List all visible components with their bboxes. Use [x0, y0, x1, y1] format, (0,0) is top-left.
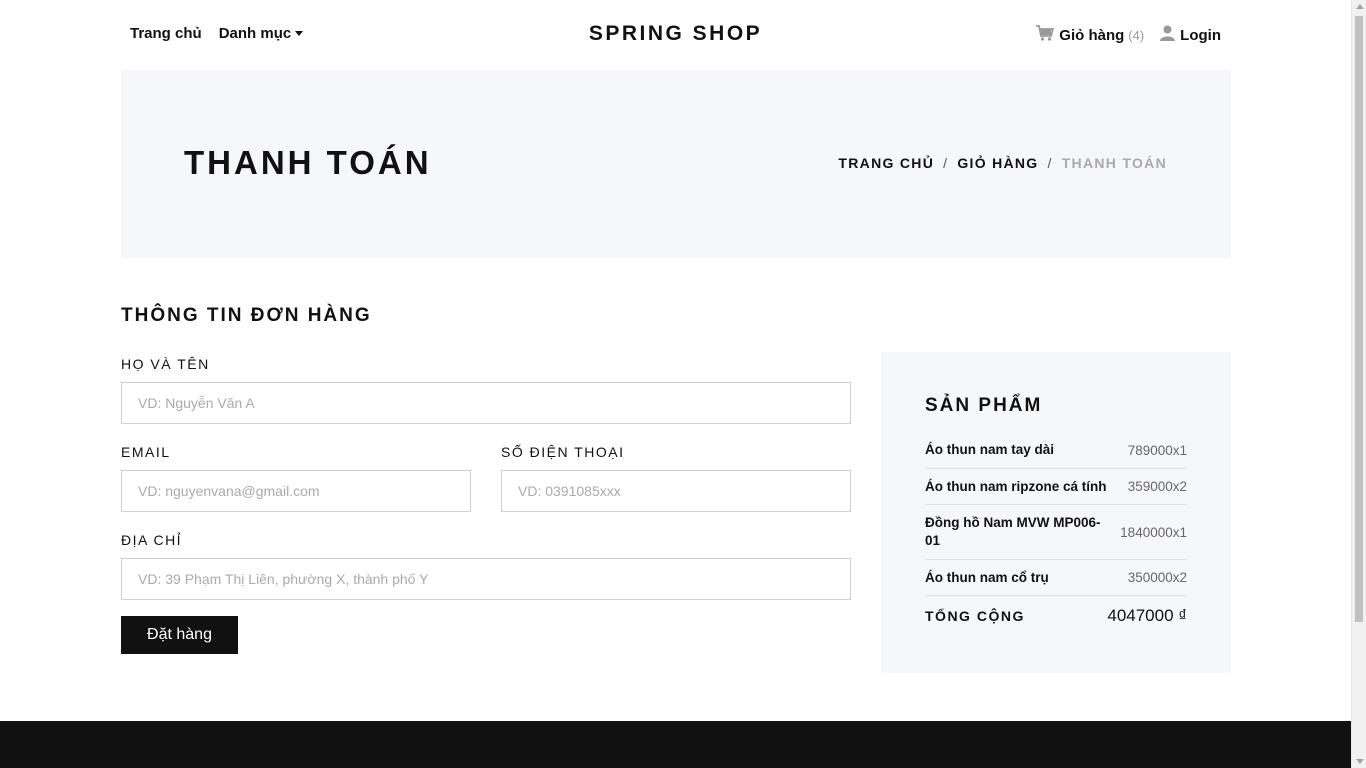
summary-item-name: Đồng hồ Nam MVW MP006-01	[925, 515, 1101, 548]
footer	[0, 721, 1351, 768]
vertical-scrollbar[interactable]	[1351, 0, 1366, 768]
total-label: TỔNG CỘNG	[925, 608, 1025, 624]
email-label: EMAIL	[121, 444, 171, 460]
breadcrumb-separator: /	[1047, 155, 1053, 171]
user-icon	[1160, 25, 1176, 45]
fullname-input[interactable]	[121, 382, 851, 424]
place-order-button[interactable]: Đặt hàng	[121, 616, 238, 654]
summary-item-name: Áo thun nam cổ trụ	[925, 569, 1049, 585]
summary-total-row: TỔNG CỘNG 4047000 ₫	[925, 596, 1187, 636]
breadcrumb-home[interactable]: TRANG CHỦ	[838, 155, 934, 171]
summary-item-price: 789000x1	[1127, 442, 1187, 458]
summary-items: Áo thun nam tay dài 789000x1 Áo thun nam…	[925, 432, 1187, 636]
page-banner: THANH TOÁN TRANG CHỦ / GIỎ HÀNG / THANH …	[121, 70, 1231, 258]
name-label: HỌ VÀ TÊN	[121, 356, 210, 372]
summary-item-price: 350000x2	[1127, 570, 1187, 585]
user-nav: Giỏ hàng (4) Login	[1036, 25, 1221, 45]
login-link[interactable]: Login	[1160, 25, 1221, 45]
breadcrumb-current: THANH TOÁN	[1061, 155, 1167, 171]
summary-item-name: Áo thun nam ripzone cá tính	[925, 478, 1107, 494]
summary-heading: SẢN PHẨM	[925, 395, 1043, 416]
cart-icon	[1036, 25, 1055, 45]
order-info-heading: THÔNG TIN ĐƠN HÀNG	[121, 305, 372, 326]
summary-item: Áo thun nam ripzone cá tính 359000x2	[925, 469, 1187, 505]
cart-label: Giỏ hàng	[1059, 26, 1125, 44]
order-summary-panel: SẢN PHẨM Áo thun nam tay dài 789000x1 Áo…	[881, 352, 1231, 673]
scroll-down-arrow-icon[interactable]	[1356, 759, 1364, 764]
scroll-up-arrow-icon[interactable]	[1356, 4, 1364, 9]
summary-item: Đồng hồ Nam MVW MP006-01 1840000x1	[925, 505, 1187, 560]
scrollbar-thumb[interactable]	[1355, 16, 1363, 622]
login-label: Login	[1180, 26, 1221, 44]
summary-item-price: 1840000x1	[1120, 524, 1187, 540]
summary-item: Áo thun nam tay dài 789000x1	[925, 432, 1187, 469]
phone-input[interactable]	[501, 470, 851, 512]
email-input[interactable]	[121, 470, 471, 512]
cart-count-badge: (4)	[1128, 27, 1145, 43]
summary-item: Áo thun nam cổ trụ 350000x2	[925, 560, 1187, 596]
breadcrumb-separator: /	[943, 155, 949, 171]
total-value: 4047000 ₫	[1107, 606, 1187, 625]
summary-item-price: 359000x2	[1127, 479, 1187, 494]
address-label: ĐỊA CHỈ	[121, 532, 183, 548]
top-navbar: Trang chủ Danh mục SPRING SHOP Giỏ hàng	[0, 0, 1351, 70]
phone-label: SỐ ĐIỆN THOẠI	[501, 444, 625, 460]
breadcrumb-cart[interactable]: GIỎ HÀNG	[957, 155, 1038, 171]
summary-item-name: Áo thun nam tay dài	[925, 442, 1055, 457]
page-title: THANH TOÁN	[184, 144, 432, 181]
page: Trang chủ Danh mục SPRING SHOP Giỏ hàng	[0, 0, 1351, 768]
cart-link[interactable]: Giỏ hàng (4)	[1036, 25, 1144, 45]
address-input[interactable]	[121, 558, 851, 600]
breadcrumb: TRANG CHỦ / GIỎ HÀNG / THANH TOÁN	[838, 155, 1167, 171]
